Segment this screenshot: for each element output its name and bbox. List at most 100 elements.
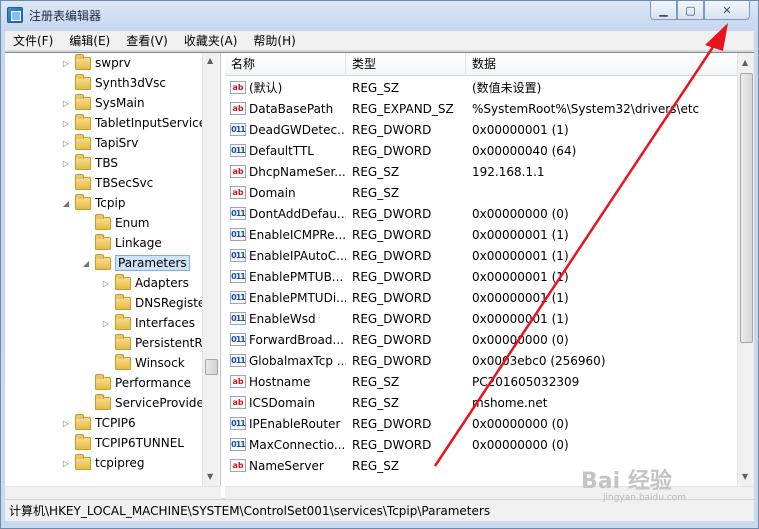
tree-item[interactable]: Linkage xyxy=(81,233,162,253)
expand-arrow-icon[interactable]: ▷ xyxy=(61,419,71,428)
value-row[interactable]: 011 GlobalmaxTcp ... REG_DWORD 0x0003ebc0 (… xyxy=(225,350,737,371)
tree-item-label: TabletInputService xyxy=(95,116,207,130)
folder-icon xyxy=(75,93,91,110)
tree-item[interactable]: ▷ TBS xyxy=(61,153,118,173)
minimize-button[interactable]: ▁ xyxy=(650,1,677,20)
value-type: REG_SZ xyxy=(352,80,400,95)
dword-value-icon: 011 xyxy=(230,354,246,367)
tree-item[interactable]: ▷ TapiSrv xyxy=(61,133,138,153)
tree-scroll-thumb[interactable] xyxy=(205,359,218,375)
menu-file[interactable]: 文件(F) xyxy=(5,32,61,49)
tree-item[interactable]: ▷ TabletInputService xyxy=(61,113,206,133)
scroll-down-icon[interactable]: ▼ xyxy=(742,473,748,481)
value-row[interactable]: 011 DeadGWDetec... REG_DWORD 0x00000001 (1) xyxy=(225,119,737,140)
value-row[interactable]: 011 EnablePMTUB... REG_DWORD 0x00000001 (1) xyxy=(225,266,737,287)
tree-item[interactable]: PersistentRo xyxy=(101,333,210,353)
watermark-logo: Bai 经验 xyxy=(581,469,672,494)
folder-icon xyxy=(75,53,91,70)
value-row[interactable]: ab Domain REG_SZ xyxy=(225,182,737,203)
folder-icon xyxy=(95,373,111,390)
value-row[interactable]: 011 EnableICMPRe... REG_DWORD 0x00000001 (1… xyxy=(225,224,737,245)
value-row[interactable]: 011 IPEnableRouter REG_DWORD 0x00000000 (0) xyxy=(225,413,737,434)
scroll-up-icon[interactable]: ▲ xyxy=(742,59,748,67)
dword-value-icon: 011 xyxy=(230,228,246,241)
tree-vertical-scrollbar[interactable]: ▲ ▼ xyxy=(202,53,219,486)
value-name-cell: 011 DefaultTTL xyxy=(225,144,346,158)
menu-favorites[interactable]: 收藏夹(A) xyxy=(176,32,246,49)
tree-item[interactable]: ▷ swprv xyxy=(61,53,131,73)
value-row[interactable]: 011 EnableWsd REG_DWORD 0x00000001 (1) xyxy=(225,308,737,329)
value-row[interactable]: 011 DontAddDefau... REG_DWORD 0x00000000 (0… xyxy=(225,203,737,224)
value-type: REG_SZ xyxy=(352,458,400,473)
dword-value-icon: 011 xyxy=(230,207,246,220)
string-value-icon: ab xyxy=(230,102,246,115)
value-name: DontAddDefau... xyxy=(249,206,346,221)
column-header-data[interactable]: 数据 xyxy=(466,53,737,76)
tree-item[interactable]: Winsock xyxy=(101,353,185,373)
tree-item[interactable]: ◢ Tcpip xyxy=(61,193,125,213)
menu-help[interactable]: 帮助(H) xyxy=(245,32,303,49)
maximize-icon: ▢ xyxy=(685,3,696,17)
tree-item-label: Adapters xyxy=(135,276,189,290)
tree-item[interactable]: ▷ Adapters xyxy=(101,273,189,293)
value-data: 0x00000001 (1) xyxy=(472,311,569,326)
list-vertical-scrollbar[interactable]: ▲ ▼ xyxy=(737,53,754,486)
title-bar[interactable]: 注册表编辑器 ▁ ▢ ✕ xyxy=(1,1,758,29)
value-row[interactable]: ab Hostname REG_SZ PC201605032309 xyxy=(225,371,737,392)
column-header-name[interactable]: 名称 xyxy=(225,53,346,76)
tree-item-label: swprv xyxy=(95,56,131,70)
value-name-cell: 011 EnableWsd xyxy=(225,312,346,326)
folder-icon xyxy=(115,293,131,310)
close-button[interactable]: ✕ xyxy=(704,1,750,20)
value-row[interactable]: 011 MaxConnectio... REG_DWORD 0x00000000 (0… xyxy=(225,434,737,455)
tree-item[interactable]: ◢ Parameters xyxy=(81,253,190,273)
value-row[interactable]: ab (默认) REG_SZ (数值未设置) xyxy=(225,77,737,98)
value-data: 0x00000001 (1) xyxy=(472,269,569,284)
tree-item[interactable]: ▷ Interfaces xyxy=(101,313,195,333)
tree-item[interactable]: ServiceProvide xyxy=(81,393,204,413)
tree-item[interactable]: DNSRegistere xyxy=(101,293,217,313)
value-name: EnableICMPRe... xyxy=(249,227,346,242)
value-name: ICSDomain xyxy=(249,395,316,410)
expand-arrow-icon[interactable]: ▷ xyxy=(101,319,111,328)
tree-item[interactable]: ▷ TCPIP6 xyxy=(61,413,136,433)
value-row[interactable]: 011 DefaultTTL REG_DWORD 0x00000040 (64) xyxy=(225,140,737,161)
menu-view[interactable]: 查看(V) xyxy=(118,32,176,49)
expand-arrow-icon[interactable]: ▷ xyxy=(61,139,71,148)
expand-arrow-icon[interactable]: ▷ xyxy=(101,279,111,288)
value-row[interactable]: ab DhcpNameSer... REG_SZ 192.168.1.1 xyxy=(225,161,737,182)
tree-item[interactable]: Synth3dVsc xyxy=(61,73,166,93)
collapse-arrow-icon[interactable]: ◢ xyxy=(61,199,71,208)
expand-arrow-icon[interactable]: ▷ xyxy=(61,159,71,168)
value-name: ForwardBroad... xyxy=(249,332,344,347)
scroll-up-icon[interactable]: ▲ xyxy=(207,57,213,65)
collapse-arrow-icon[interactable]: ◢ xyxy=(81,259,91,268)
value-name-cell: 011 DontAddDefau... xyxy=(225,207,346,221)
menu-edit[interactable]: 编辑(E) xyxy=(61,32,118,49)
folder-icon xyxy=(75,173,91,190)
value-row[interactable]: ab ICSDomain REG_SZ mshome.net xyxy=(225,392,737,413)
value-name-cell: 011 EnablePMTUB... xyxy=(225,270,346,284)
tree-item[interactable]: ▷ tcpipreg xyxy=(61,453,145,473)
value-row[interactable]: ab DataBasePath REG_EXPAND_SZ %SystemRoot%\… xyxy=(225,98,737,119)
tree-item[interactable]: Enum xyxy=(81,213,149,233)
tree-horizontal-scrollbar[interactable] xyxy=(5,486,221,499)
value-row[interactable]: 011 ForwardBroad... REG_DWORD 0x00000000 (0… xyxy=(225,329,737,350)
list-scroll-thumb[interactable] xyxy=(740,73,753,343)
expand-arrow-icon[interactable]: ▷ xyxy=(61,459,71,468)
expand-arrow-icon[interactable]: ▷ xyxy=(61,99,71,108)
tree-item[interactable]: TBSecSvc xyxy=(61,173,153,193)
expand-arrow-icon[interactable]: ▷ xyxy=(61,59,71,68)
scroll-down-icon[interactable]: ▼ xyxy=(207,473,213,481)
tree-item[interactable]: TCPIP6TUNNEL xyxy=(61,433,184,453)
string-value-icon: ab xyxy=(230,375,246,388)
value-row[interactable]: 011 EnableIPAutoC... REG_DWORD 0x00000001 (… xyxy=(225,245,737,266)
expand-arrow-icon[interactable]: ▷ xyxy=(61,119,71,128)
maximize-button[interactable]: ▢ xyxy=(677,1,704,20)
value-row[interactable]: 011 EnablePMTUDi... REG_DWORD 0x00000001 (1… xyxy=(225,287,737,308)
tree-item[interactable]: ▷ SysMain xyxy=(61,93,145,113)
tree-item-label: Winsock xyxy=(135,356,185,370)
tree-item[interactable]: Performance xyxy=(81,373,191,393)
value-type: REG_DWORD xyxy=(352,290,432,305)
column-header-type[interactable]: 类型 xyxy=(346,53,466,76)
